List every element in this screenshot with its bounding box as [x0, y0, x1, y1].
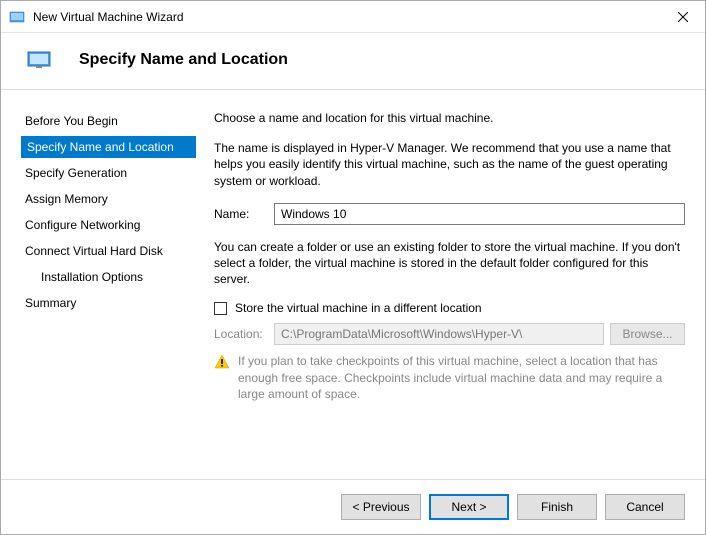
name-help-text: The name is displayed in Hyper-V Manager…	[214, 140, 685, 189]
close-button[interactable]	[660, 2, 705, 32]
intro-text: Choose a name and location for this virt…	[214, 110, 685, 126]
sidebar-item-connect-vhd[interactable]: Connect Virtual Hard Disk	[21, 240, 196, 262]
browse-button: Browse...	[610, 323, 685, 345]
sidebar-item-specify-generation[interactable]: Specify Generation	[21, 162, 196, 184]
location-row: Location: Browse...	[214, 323, 685, 345]
different-location-label: Store the virtual machine in a different…	[235, 301, 482, 315]
page-title: Specify Name and Location	[79, 51, 288, 69]
sidebar-item-installation-options[interactable]: Installation Options	[21, 266, 196, 288]
wizard-body: Before You Begin Specify Name and Locati…	[1, 90, 705, 479]
name-input[interactable]	[274, 203, 685, 225]
window-title: New Virtual Machine Wizard	[33, 10, 660, 24]
sidebar-item-specify-name-location[interactable]: Specify Name and Location	[21, 136, 196, 158]
finish-button[interactable]: Finish	[517, 494, 597, 520]
warning-icon	[214, 354, 230, 370]
sidebar-item-assign-memory[interactable]: Assign Memory	[21, 188, 196, 210]
folder-help-text: You can create a folder or use an existi…	[214, 239, 685, 288]
sidebar-item-before-you-begin[interactable]: Before You Begin	[21, 110, 196, 132]
different-location-row: Store the virtual machine in a different…	[214, 301, 685, 315]
location-input	[274, 323, 604, 345]
sidebar-item-summary[interactable]: Summary	[21, 292, 196, 314]
warning-text: If you plan to take checkpoints of this …	[238, 353, 685, 402]
next-button[interactable]: Next >	[429, 494, 509, 520]
vm-icon	[27, 51, 51, 69]
titlebar: New Virtual Machine Wizard	[1, 1, 705, 33]
location-label: Location:	[214, 327, 274, 341]
wizard-header: Specify Name and Location	[1, 33, 705, 90]
cancel-button[interactable]: Cancel	[605, 494, 685, 520]
wizard-window: New Virtual Machine Wizard Specify Name …	[0, 0, 706, 535]
previous-button[interactable]: < Previous	[341, 494, 421, 520]
name-row: Name:	[214, 203, 685, 225]
different-location-checkbox[interactable]	[214, 302, 227, 315]
wizard-content: Choose a name and location for this virt…	[206, 110, 685, 479]
sidebar-item-configure-networking[interactable]: Configure Networking	[21, 214, 196, 236]
name-label: Name:	[214, 207, 274, 221]
warning-row: If you plan to take checkpoints of this …	[214, 353, 685, 402]
wizard-footer: < Previous Next > Finish Cancel	[1, 479, 705, 534]
wizard-sidebar: Before You Begin Specify Name and Locati…	[21, 110, 206, 479]
app-icon	[9, 9, 25, 25]
